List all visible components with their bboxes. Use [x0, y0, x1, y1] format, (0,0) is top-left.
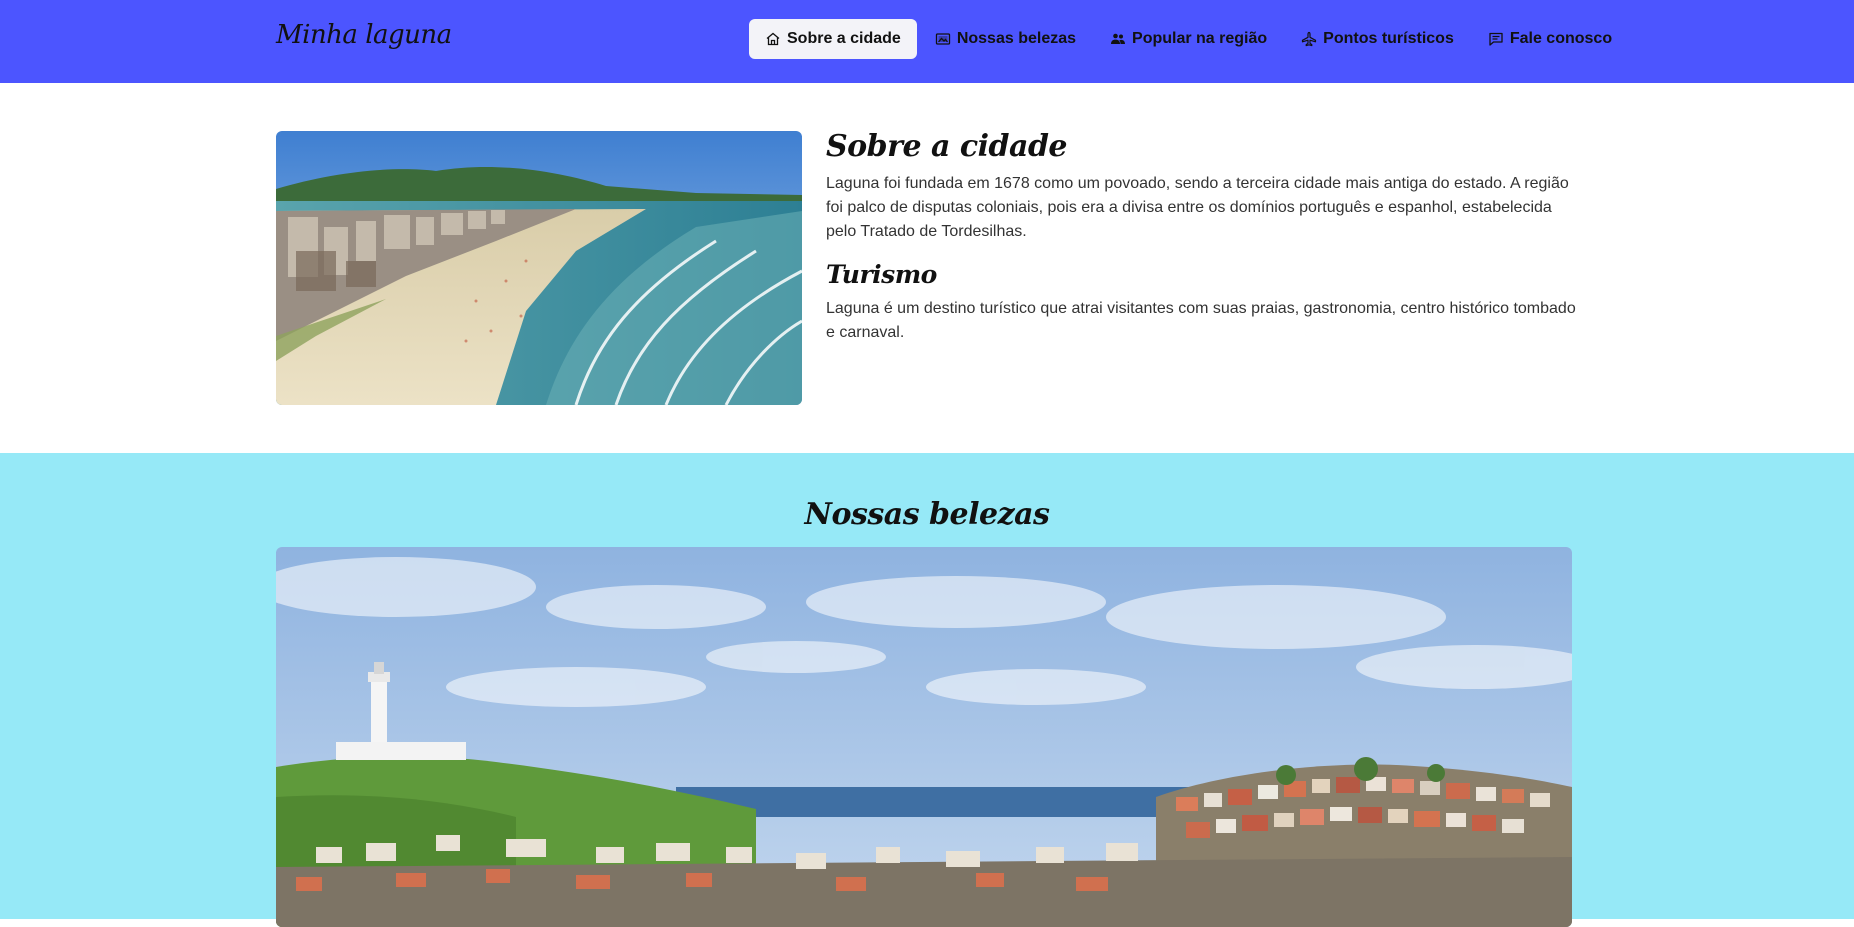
nav-label: Sobre a cidade	[787, 30, 901, 47]
brand-logo-link[interactable]: Minha laguna	[276, 20, 452, 50]
tourism-title: Turismo	[826, 260, 937, 289]
about-text-block: Sobre a cidade Laguna foi fundada em 167…	[826, 129, 1576, 345]
about-title: Sobre a cidade	[826, 129, 1068, 164]
image-icon	[935, 31, 951, 47]
home-icon	[765, 31, 781, 47]
main-nav: Sobre a cidade Nossas belezas Popular na…	[749, 19, 1630, 59]
tourism-paragraph: Laguna é um destino turístico que atrai …	[826, 300, 1576, 341]
beauties-carousel-image	[276, 547, 1572, 927]
top-navbar: Minha laguna Sobre a cidade Nossas belez…	[0, 0, 1854, 83]
airplane-icon	[1301, 31, 1317, 47]
nav-item-pontos-turisticos[interactable]: Pontos turísticos	[1285, 19, 1470, 59]
nav-label: Popular na região	[1132, 30, 1268, 47]
nav-label: Fale conosco	[1509, 30, 1613, 47]
nav-item-popular-na-regiao[interactable]: Popular na região	[1094, 19, 1283, 59]
beach-photo	[276, 131, 802, 405]
nav-item-fale-conosco[interactable]: Fale conosco	[1472, 19, 1628, 59]
people-icon	[1110, 31, 1126, 47]
nav-label: Pontos turísticos	[1323, 30, 1454, 47]
beauties-title: Nossas belezas	[804, 497, 1050, 532]
beauties-section: Nossas belezas	[0, 453, 1854, 927]
about-paragraph: Laguna foi fundada em 1678 como um povoa…	[826, 175, 1569, 240]
chat-icon	[1488, 31, 1504, 47]
about-section: Sobre a cidade Laguna foi fundada em 167…	[0, 83, 1854, 453]
nav-item-nossas-belezas[interactable]: Nossas belezas	[919, 19, 1092, 59]
nav-label: Nossas belezas	[956, 30, 1077, 47]
nav-item-sobre-a-cidade[interactable]: Sobre a cidade	[749, 19, 917, 59]
